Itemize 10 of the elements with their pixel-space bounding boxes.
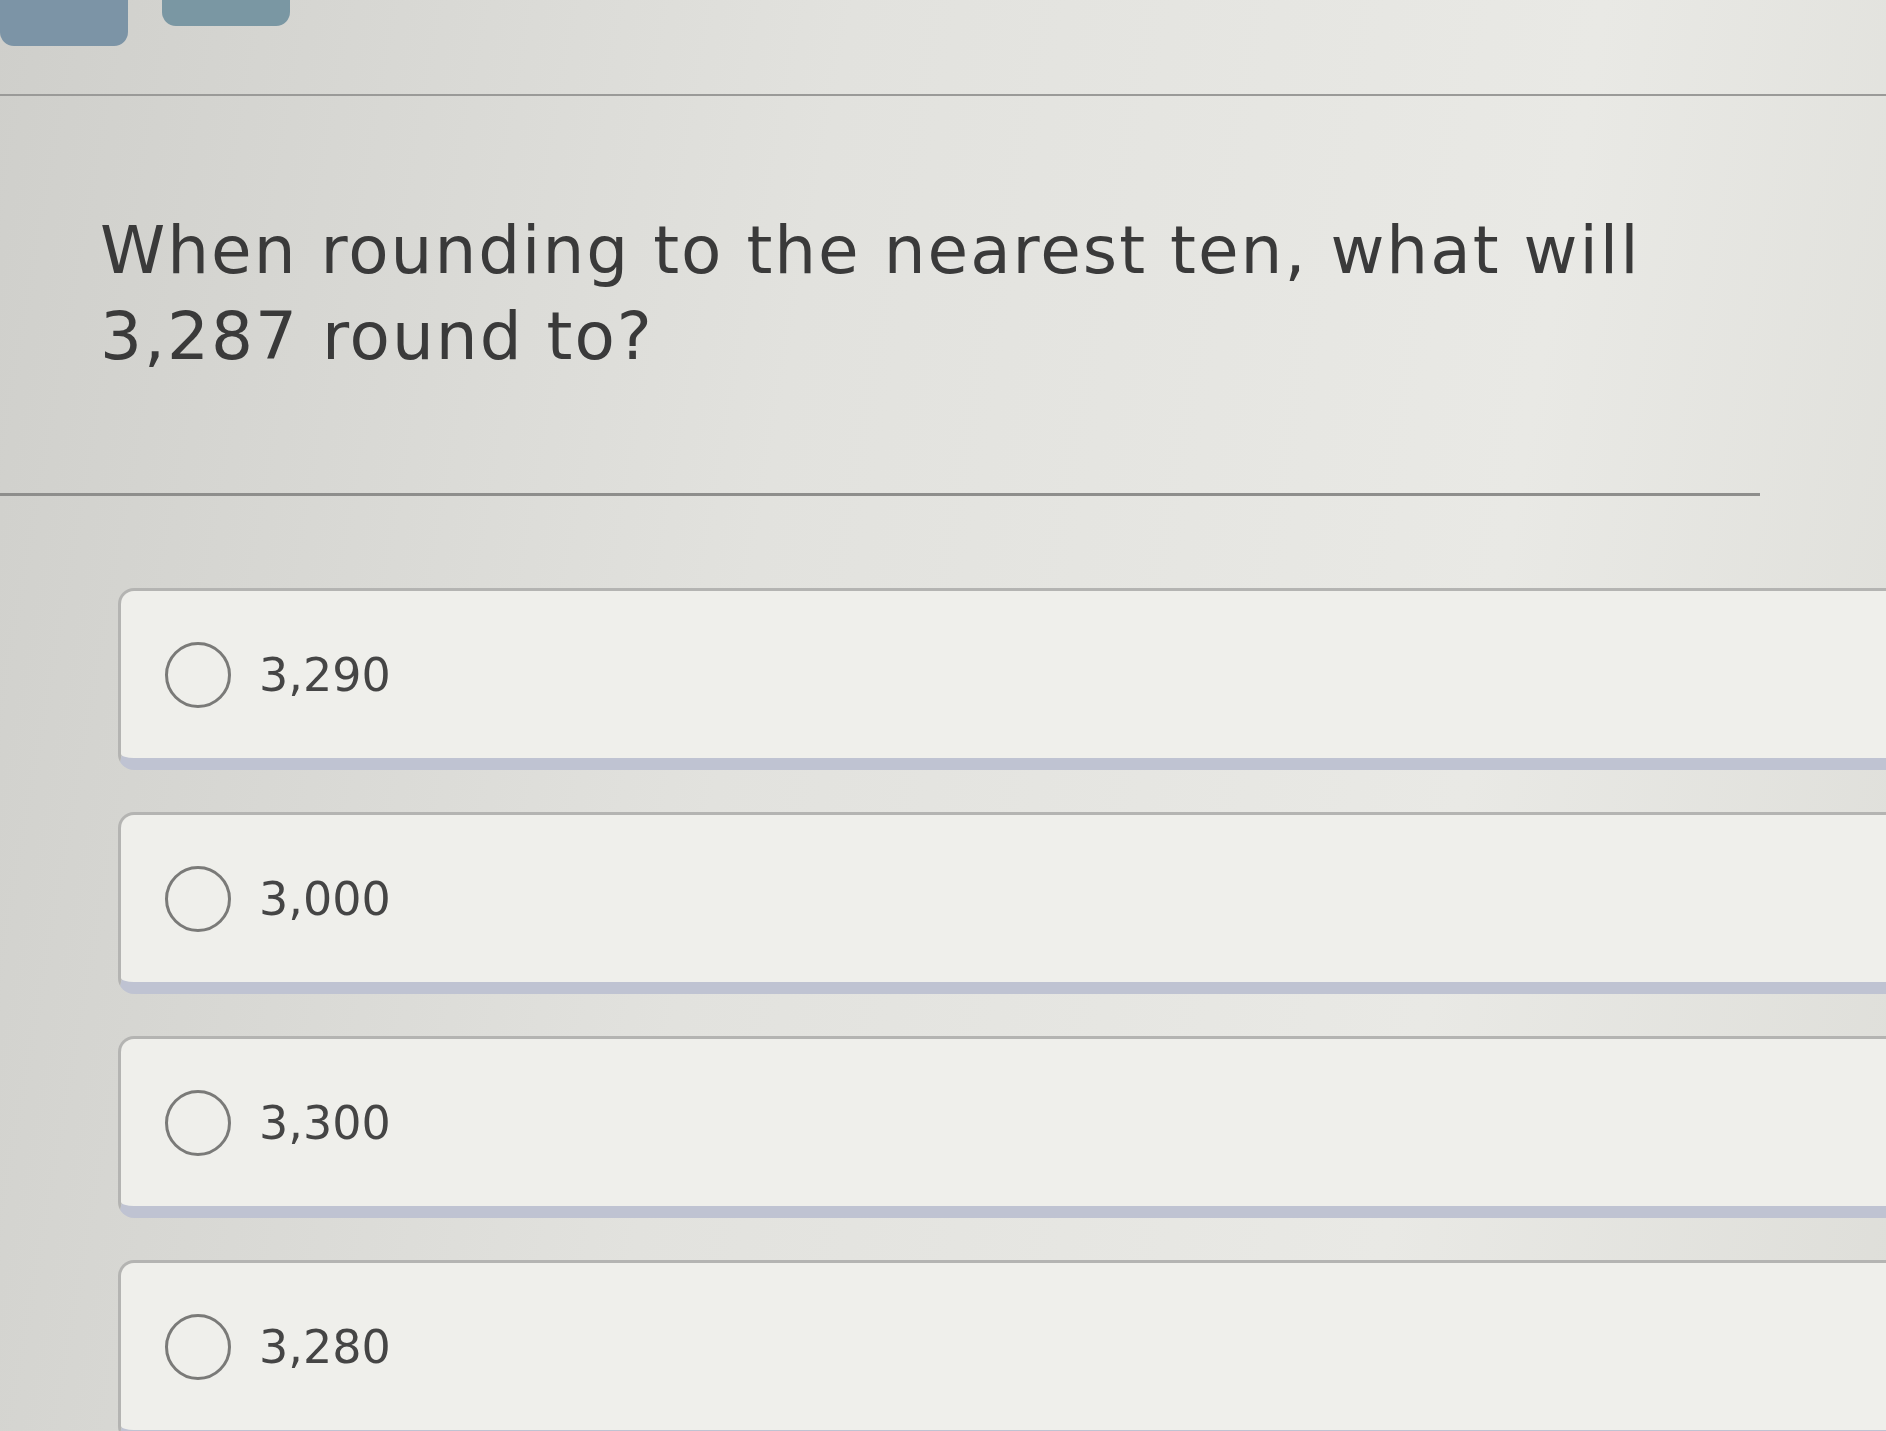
answer-option[interactable]: 3,290 — [118, 588, 1886, 770]
question-text: When rounding to the nearest ten, what will 3,287 round to? — [100, 211, 1642, 377]
answer-option[interactable]: 3,300 — [118, 1036, 1886, 1218]
radio-button[interactable] — [165, 1313, 231, 1380]
answer-option[interactable]: 3,280 — [118, 1260, 1886, 1431]
answer-option[interactable]: 3,000 — [118, 812, 1886, 994]
header-tab[interactable] — [162, 0, 290, 26]
radio-button[interactable] — [165, 641, 231, 708]
radio-button[interactable] — [165, 865, 231, 932]
radio-button[interactable] — [165, 1089, 231, 1156]
